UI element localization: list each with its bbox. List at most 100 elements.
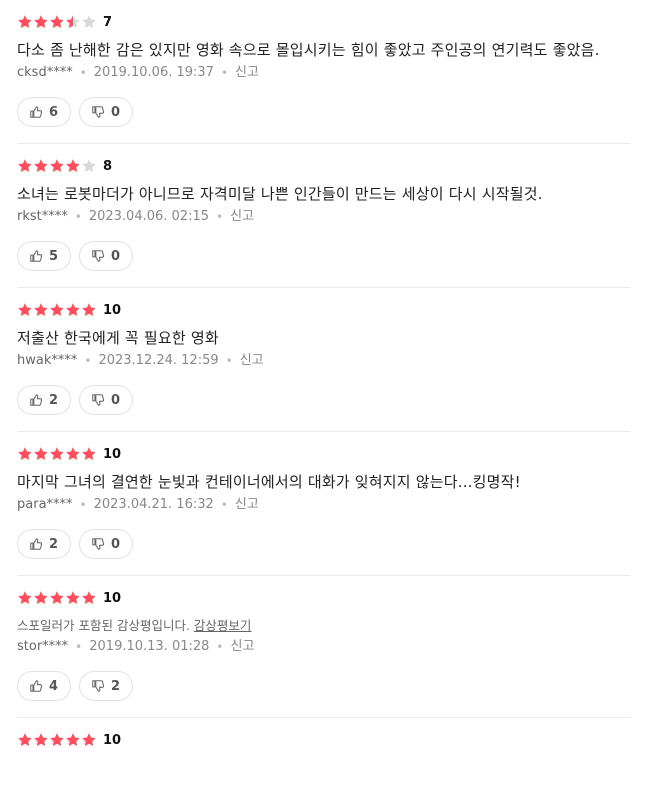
thumbs-up-icon [30, 394, 43, 406]
dislike-count: 0 [111, 536, 121, 552]
thumbs-down-icon [92, 250, 105, 262]
star-icon [50, 591, 64, 604]
star-rating [17, 14, 97, 30]
like-count: 6 [49, 104, 59, 120]
review-meta: para**** • 2023.04.21. 16:32 • 신고 [17, 495, 631, 515]
review-meta: stor**** • 2019.10.13. 01:28 • 신고 [17, 637, 631, 657]
star-icon [34, 159, 48, 172]
rating: 10 [17, 444, 631, 464]
thumbs-up-icon [30, 250, 43, 262]
review-date: 2019.10.13. 01:28 [89, 639, 210, 654]
star-rating [17, 158, 97, 174]
spoiler-notice: 스포일러가 포함된 감상평입니다. 감상평보기 [17, 616, 631, 636]
review-item: 10 스포일러가 포함된 감상평입니다. 감상평보기 stor**** • 201… [17, 576, 631, 718]
like-count: 2 [49, 392, 59, 408]
rating: 10 [17, 588, 631, 608]
star-icon [66, 159, 80, 172]
like-count: 2 [49, 536, 59, 552]
like-button[interactable]: 4 [17, 671, 72, 701]
dislike-button[interactable]: 0 [79, 385, 134, 415]
spoiler-notice-text: 스포일러가 포함된 감상평입니다. [17, 618, 190, 633]
separator-dot: • [74, 210, 82, 224]
review-list: 7 다소 좀 난해한 감은 있지만 영화 속으로 몰입시키는 힘이 좋았고 주인… [0, 0, 647, 750]
star-icon [34, 303, 48, 316]
separator-dot: • [216, 640, 224, 654]
report-link[interactable]: 신고 [235, 63, 259, 83]
star-icon [18, 591, 32, 604]
star-icon [18, 733, 32, 746]
dislike-button[interactable]: 0 [79, 529, 134, 559]
separator-dot: • [225, 354, 233, 368]
rating-score: 10 [103, 302, 122, 318]
rating-score: 10 [103, 732, 122, 748]
review-actions: 2 0 [17, 529, 631, 559]
star-rating [17, 590, 97, 606]
separator-dot: • [75, 640, 83, 654]
star-icon [50, 15, 64, 28]
dislike-button[interactable]: 0 [79, 97, 134, 127]
star-icon [34, 733, 48, 746]
dislike-count: 0 [111, 104, 121, 120]
separator-dot: • [79, 498, 87, 512]
review-item: 10 저출산 한국에게 꼭 필요한 영화 hwak**** • 2023.12.… [17, 288, 631, 432]
thumbs-down-icon [92, 538, 105, 550]
star-icon [82, 159, 96, 172]
reviewer-id: stor**** [17, 639, 69, 654]
separator-dot: • [84, 354, 92, 368]
reviewer-id: para**** [17, 497, 73, 512]
star-icon [34, 15, 48, 28]
review-text: 마지막 그녀의 결연한 눈빛과 컨테이너에서의 대화가 잊혀지지 않는다...킹… [17, 473, 521, 491]
rating: 10 [17, 300, 631, 320]
review-meta: hwak**** • 2023.12.24. 12:59 • 신고 [17, 351, 631, 371]
star-rating [17, 732, 97, 748]
thumbs-down-icon [92, 394, 105, 406]
report-link[interactable]: 신고 [240, 351, 264, 371]
separator-dot: • [220, 498, 228, 512]
report-link[interactable]: 신고 [235, 495, 259, 515]
reviewer-id: rkst**** [17, 209, 68, 224]
rating-score: 10 [103, 590, 122, 606]
star-icon [66, 447, 80, 460]
review-date: 2023.04.21. 16:32 [93, 497, 214, 512]
reviewer-id: cksd**** [17, 65, 73, 80]
star-icon [34, 591, 48, 604]
report-link[interactable]: 신고 [231, 637, 255, 657]
review-item: 7 다소 좀 난해한 감은 있지만 영화 속으로 몰입시키는 힘이 좋았고 주인… [17, 0, 631, 144]
star-icon [18, 447, 32, 460]
like-button[interactable]: 2 [17, 529, 72, 559]
star-icon [66, 591, 80, 604]
star-icon [66, 303, 80, 316]
like-button[interactable]: 2 [17, 385, 72, 415]
thumbs-up-icon [30, 106, 43, 118]
review-text: 다소 좀 난해한 감은 있지만 영화 속으로 몰입시키는 힘이 좋았고 주인공의… [17, 41, 600, 59]
rating: 8 [17, 156, 631, 176]
review-actions: 4 2 [17, 671, 631, 701]
thumbs-down-icon [92, 106, 105, 118]
star-icon [50, 733, 64, 746]
review-item: 10 마지막 그녀의 결연한 눈빛과 컨테이너에서의 대화가 잊혀지지 않는다.… [17, 432, 631, 576]
star-icon [50, 303, 64, 316]
dislike-button[interactable]: 0 [79, 241, 134, 271]
star-icon [18, 303, 32, 316]
star-rating [17, 446, 97, 462]
star-icon [82, 303, 96, 316]
show-spoiler-link[interactable]: 감상평보기 [194, 618, 252, 633]
rating-score: 7 [103, 14, 113, 30]
star-icon [50, 159, 64, 172]
rating-score: 10 [103, 446, 122, 462]
like-button[interactable]: 5 [17, 241, 72, 271]
rating: 7 [17, 12, 631, 32]
star-icon [18, 15, 32, 28]
thumbs-up-icon [30, 680, 43, 692]
thumbs-up-icon [30, 538, 43, 550]
dislike-button[interactable]: 2 [79, 671, 134, 701]
star-icon [66, 733, 80, 746]
star-icon [82, 447, 96, 460]
report-link[interactable]: 신고 [230, 207, 254, 227]
review-date: 2023.04.06. 02:15 [88, 209, 209, 224]
star-icon [82, 591, 96, 604]
star-icon [18, 159, 32, 172]
review-text: 소녀는 로봇마더가 아니므로 자격미달 나쁜 인간들이 만드는 세상이 다시 시… [17, 185, 543, 203]
like-button[interactable]: 6 [17, 97, 72, 127]
review-item: 8 소녀는 로봇마더가 아니므로 자격미달 나쁜 인간들이 만드는 세상이 다시… [17, 144, 631, 288]
